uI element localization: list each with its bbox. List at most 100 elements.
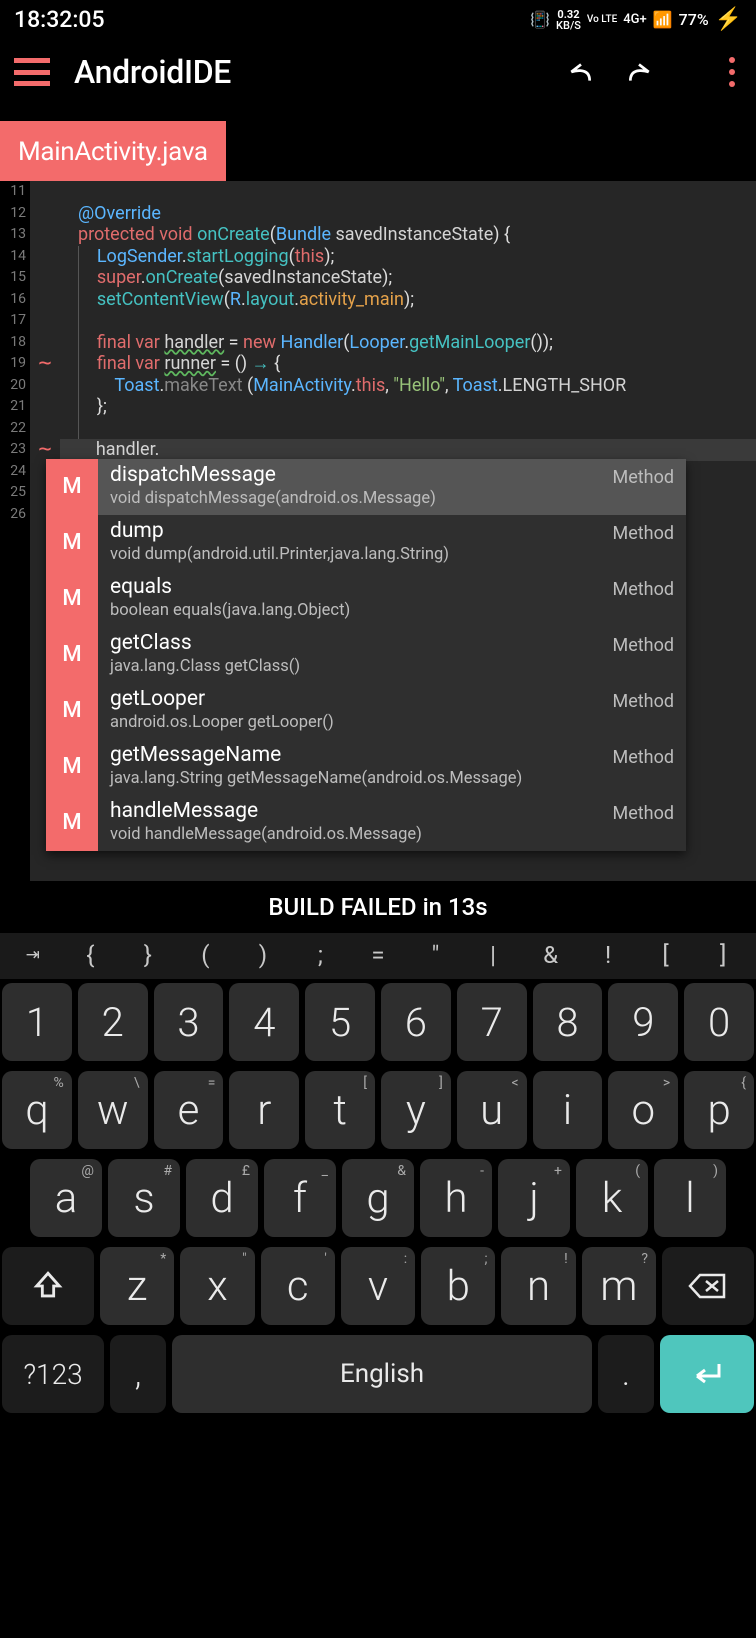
ac-name: getClass bbox=[110, 633, 674, 655]
ac-kind: Method bbox=[613, 579, 674, 601]
key-c[interactable]: c' bbox=[261, 1247, 335, 1325]
key-9[interactable]: 9 bbox=[608, 983, 678, 1061]
key-a[interactable]: a@ bbox=[30, 1159, 102, 1237]
method-icon: M bbox=[46, 739, 98, 795]
key-r[interactable]: r bbox=[229, 1071, 299, 1149]
key-i[interactable]: i bbox=[533, 1071, 603, 1149]
key-q[interactable]: q% bbox=[2, 1071, 72, 1149]
tab-mainactivity[interactable]: MainActivity.java bbox=[0, 121, 226, 181]
undo-button[interactable] bbox=[564, 59, 598, 85]
sym-eq[interactable]: = bbox=[350, 941, 406, 969]
key-switch[interactable]: ?123 bbox=[2, 1335, 104, 1413]
ac-kind: Method bbox=[613, 747, 674, 769]
key-period[interactable]: . bbox=[598, 1335, 654, 1413]
key-m[interactable]: m? bbox=[582, 1247, 656, 1325]
overflow-menu-icon[interactable] bbox=[718, 57, 746, 87]
key-s[interactable]: s# bbox=[108, 1159, 180, 1237]
ac-name: getLooper bbox=[110, 689, 674, 711]
key-1[interactable]: 1 bbox=[2, 983, 72, 1061]
key-comma[interactable]: , bbox=[110, 1335, 166, 1413]
key-shift[interactable] bbox=[2, 1247, 94, 1325]
sym-tab[interactable]: ⇥ bbox=[5, 941, 61, 969]
clock: 18:32:05 bbox=[14, 6, 105, 33]
sym-lparen[interactable]: ( bbox=[177, 941, 233, 969]
autocomplete-item[interactable]: MgetClassjava.lang.Class getClass()Metho… bbox=[46, 627, 686, 683]
ac-signature: java.lang.String getMessageName(android.… bbox=[110, 768, 674, 790]
key-backspace[interactable] bbox=[662, 1247, 754, 1325]
ac-name: handleMessage bbox=[110, 801, 674, 823]
sym-bang[interactable]: ! bbox=[580, 941, 636, 969]
ac-signature: void dispatchMessage(android.os.Message) bbox=[110, 488, 674, 510]
tab-strip: MainActivity.java bbox=[0, 101, 756, 181]
ac-kind: Method bbox=[613, 467, 674, 489]
error-marker-icon: ~ bbox=[38, 351, 51, 376]
key-x[interactable]: x" bbox=[180, 1247, 254, 1325]
method-icon: M bbox=[46, 627, 98, 683]
sym-amp[interactable]: & bbox=[523, 941, 579, 969]
method-icon: M bbox=[46, 571, 98, 627]
autocomplete-popup[interactable]: MdispatchMessagevoid dispatchMessage(and… bbox=[46, 459, 686, 851]
key-0[interactable]: 0 bbox=[684, 983, 754, 1061]
sym-lbracket[interactable]: [ bbox=[638, 941, 694, 969]
ac-name: getMessageName bbox=[110, 745, 674, 767]
ac-kind: Method bbox=[613, 691, 674, 713]
autocomplete-item[interactable]: Mequalsboolean equals(java.lang.Object)M… bbox=[46, 571, 686, 627]
menu-icon[interactable] bbox=[14, 58, 50, 86]
key-y[interactable]: y] bbox=[381, 1071, 451, 1149]
autocomplete-item[interactable]: MhandleMessagevoid handleMessage(android… bbox=[46, 795, 686, 851]
method-icon: M bbox=[46, 515, 98, 571]
sym-pipe[interactable]: | bbox=[465, 941, 521, 969]
key-enter[interactable] bbox=[660, 1335, 754, 1413]
key-h[interactable]: h- bbox=[420, 1159, 492, 1237]
key-p[interactable]: p{ bbox=[684, 1071, 754, 1149]
key-t[interactable]: t[ bbox=[305, 1071, 375, 1149]
vibrate-icon: 📳 bbox=[530, 10, 550, 29]
app-title: AndroidIDE bbox=[74, 53, 231, 91]
key-z[interactable]: z* bbox=[100, 1247, 174, 1325]
key-o[interactable]: o> bbox=[608, 1071, 678, 1149]
sym-semi[interactable]: ; bbox=[292, 941, 348, 969]
key-4[interactable]: 4 bbox=[229, 983, 299, 1061]
symbol-toolbar: ⇥ { } ( ) ; = " | & ! [ ] bbox=[0, 933, 756, 979]
code-editor[interactable]: 11121314151617181920212223242526 ~~ @Ove… bbox=[0, 181, 756, 881]
sym-lbrace[interactable]: { bbox=[62, 941, 118, 969]
key-u[interactable]: u< bbox=[457, 1071, 527, 1149]
key-b[interactable]: b; bbox=[421, 1247, 495, 1325]
redo-button[interactable] bbox=[622, 59, 656, 85]
key-space[interactable]: English bbox=[172, 1335, 592, 1413]
key-f[interactable]: f_ bbox=[264, 1159, 336, 1237]
ac-name: dump bbox=[110, 521, 674, 543]
key-2[interactable]: 2 bbox=[78, 983, 148, 1061]
key-e[interactable]: e= bbox=[154, 1071, 224, 1149]
sym-rbrace[interactable]: } bbox=[120, 941, 176, 969]
autocomplete-item[interactable]: MgetMessageNamejava.lang.String getMessa… bbox=[46, 739, 686, 795]
key-5[interactable]: 5 bbox=[305, 983, 375, 1061]
key-l[interactable]: l) bbox=[654, 1159, 726, 1237]
autocomplete-item[interactable]: MgetLooperandroid.os.Looper getLooper()M… bbox=[46, 683, 686, 739]
key-3[interactable]: 3 bbox=[154, 983, 224, 1061]
key-v[interactable]: v: bbox=[341, 1247, 415, 1325]
ac-signature: android.os.Looper getLooper() bbox=[110, 712, 674, 734]
key-w[interactable]: w\ bbox=[78, 1071, 148, 1149]
ac-kind: Method bbox=[613, 803, 674, 825]
autocomplete-item[interactable]: MdispatchMessagevoid dispatchMessage(and… bbox=[46, 459, 686, 515]
sym-quote[interactable]: " bbox=[407, 941, 463, 969]
soft-keyboard: 1234567890 q%w\e=rt[y]u<io>p{ a@s#d£f_g&… bbox=[0, 979, 756, 1433]
ac-name: dispatchMessage bbox=[110, 465, 674, 487]
ac-name: equals bbox=[110, 577, 674, 599]
network: 4G+ bbox=[623, 12, 646, 27]
sym-rparen[interactable]: ) bbox=[235, 941, 291, 969]
build-status[interactable]: BUILD FAILED in 13s bbox=[0, 881, 756, 933]
key-7[interactable]: 7 bbox=[457, 983, 527, 1061]
key-8[interactable]: 8 bbox=[533, 983, 603, 1061]
autocomplete-item[interactable]: Mdumpvoid dump(android.util.Printer,java… bbox=[46, 515, 686, 571]
key-k[interactable]: k( bbox=[576, 1159, 648, 1237]
key-6[interactable]: 6 bbox=[381, 983, 451, 1061]
method-icon: M bbox=[46, 683, 98, 739]
sym-rbracket[interactable]: ] bbox=[695, 941, 751, 969]
status-bar: 18:32:05 📳 0.32KB/S Vo LTE 4G+ 📶 77% ⚡ bbox=[0, 0, 756, 35]
key-j[interactable]: j+ bbox=[498, 1159, 570, 1237]
key-n[interactable]: n! bbox=[501, 1247, 575, 1325]
key-d[interactable]: d£ bbox=[186, 1159, 258, 1237]
key-g[interactable]: g& bbox=[342, 1159, 414, 1237]
